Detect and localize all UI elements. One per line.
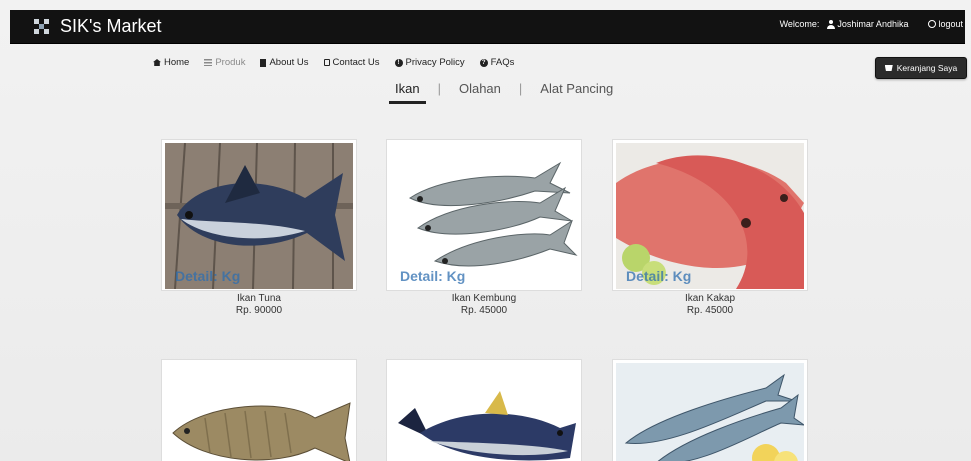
menu-label: Produk: [215, 57, 246, 68]
info-icon: !: [394, 58, 403, 67]
logout-label: logout: [938, 19, 963, 29]
tab-separator: |: [518, 81, 523, 96]
menu-item-produk[interactable]: Produk: [204, 57, 245, 68]
menu-item-contact-us[interactable]: Contact Us: [323, 57, 380, 68]
menu-label: Home: [164, 57, 190, 68]
tab-alat-pancing[interactable]: Alat Pancing: [534, 81, 619, 96]
brand[interactable]: SIK's Market: [34, 16, 161, 37]
product-card-kakap[interactable]: Detail: Kg: [612, 139, 808, 291]
menu-label: FAQs: [490, 57, 515, 68]
tab-ikan[interactable]: Ikan: [389, 81, 426, 104]
product-name: Ikan Kakap: [684, 293, 736, 304]
detail-label: Detail: Kg: [400, 268, 466, 284]
product-name: Ikan Kembung: [451, 293, 517, 304]
page: SIK's Market Welcome: Joshimar Andhika l…: [0, 0, 971, 461]
tab-olahan[interactable]: Olahan: [453, 81, 507, 96]
tab-separator: |: [437, 81, 441, 96]
info-icon: ?: [479, 58, 488, 67]
menu-label: Contact Us: [332, 57, 380, 68]
product-price: Rp. 45000: [460, 305, 508, 316]
cart-icon: [884, 65, 893, 71]
brand-title: SIK's Market: [60, 16, 162, 36]
detail-label: Detail: Kg: [626, 268, 692, 284]
menu-item-about-us[interactable]: About Us: [260, 57, 309, 68]
product-price: Rp. 45000: [686, 305, 734, 316]
menu-label: About Us: [269, 57, 309, 68]
user-name[interactable]: Joshimar Andhika: [837, 19, 908, 29]
top-navbar: SIK's Market Welcome: Joshimar Andhika l…: [10, 10, 965, 44]
power-icon: [928, 20, 937, 28]
user-area: Welcome: Joshimar Andhika logout: [780, 19, 963, 29]
menu-label: Privacy Policy: [405, 57, 465, 68]
product-image: [390, 363, 578, 461]
product-card-mackerel[interactable]: [612, 359, 808, 461]
book-icon: [260, 58, 267, 67]
menu-item-faqs[interactable]: ? FAQs: [479, 57, 515, 68]
product-image: [165, 363, 353, 461]
product-name: Ikan Tuna: [237, 293, 281, 304]
cart-label: Keranjang Saya: [896, 63, 958, 73]
menu-item-home[interactable]: Home: [153, 57, 189, 68]
logout-link[interactable]: logout: [928, 19, 963, 29]
menu-item-privacy-policy[interactable]: ! Privacy Policy: [394, 57, 465, 68]
product-image: [616, 363, 804, 461]
product-card-tuna[interactable]: Detail: Kg: [161, 139, 357, 291]
user-icon: [827, 19, 836, 29]
brand-logo-icon: [34, 18, 50, 35]
phone-icon: [323, 59, 330, 66]
home-icon: [153, 59, 161, 66]
category-tabs: Ikan | Olahan | Alat Pancing: [389, 81, 619, 104]
product-image: Detail: Kg: [390, 143, 578, 289]
product-price: Rp. 90000: [235, 305, 283, 316]
product-image: Detail: Kg: [616, 143, 804, 289]
list-icon: [204, 59, 213, 66]
product-card-kembung[interactable]: Detail: Kg: [386, 139, 582, 291]
main-menu: Home Produk About Us Contact Us ! Privac…: [153, 57, 529, 68]
detail-label: Detail: Kg: [175, 268, 241, 284]
welcome-label: Welcome:: [779, 19, 820, 29]
product-image: Detail: Kg: [165, 143, 353, 289]
product-card-tuna-2[interactable]: [386, 359, 582, 461]
cart-button[interactable]: Keranjang Saya: [875, 57, 967, 79]
product-card-grouper[interactable]: [161, 359, 357, 461]
